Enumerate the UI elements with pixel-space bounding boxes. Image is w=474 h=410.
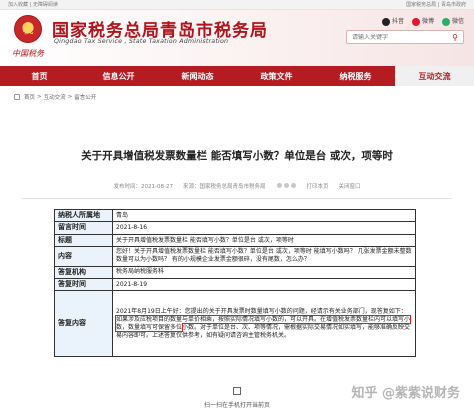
main-nav: 首页 信息公开 新闻动态 政策文件 纳税服务 互动交流 <box>0 66 474 86</box>
site-subtitle: Qingdao Tax Service , State Taxation Adm… <box>54 38 229 45</box>
breadcrumb-sep: > <box>37 94 42 100</box>
qa-table: 纳税人所属地 青岛 留言时间 2021-8-16 标题 关于开具增值税发票数量栏 能否… <box>54 208 416 358</box>
top-utility-bar: 加入收藏 | 无障碍阅读 国家税务总局 | 青岛市政府 <box>0 0 474 10</box>
utility-links[interactable]: 加入收藏 | 无障碍阅读 <box>8 1 58 8</box>
table-row: 答复时间 2021-8-19 <box>54 277 416 292</box>
home-icon <box>14 94 20 100</box>
row-key: 标题 <box>54 233 113 248</box>
row-value: 2021-8-16 <box>112 221 416 235</box>
breadcrumb: 首页 > 互动交流 > 留言公开 <box>14 93 96 101</box>
tax-emblem-icon: 税 <box>14 15 42 43</box>
row-key: 答复时间 <box>54 277 113 292</box>
print-link[interactable]: 打印本页 <box>306 182 328 190</box>
row-key: 留言时间 <box>54 221 113 235</box>
row-value: 2021-8-19 <box>112 277 416 292</box>
site-header: 税 国家税务总局青岛市税务局 Qingdao Tax Service , Sta… <box>0 10 474 66</box>
watermark: 知乎 @紫紫说财务 <box>351 386 460 401</box>
breadcrumb-current: 留言公开 <box>74 95 97 101</box>
share-icons[interactable] <box>275 182 297 190</box>
table-row: 答复机构 税务局纳税服务科 <box>54 265 416 279</box>
article-meta: 发布时间：2021-08-27 来源：国家税务总局青岛市税务局 打印本页 关闭窗… <box>0 182 474 190</box>
article-title: 关于开具增值税发票数量栏 能否填写小数？单位是台 或次，项等时 <box>81 150 393 162</box>
row-key: 答复机构 <box>54 265 113 279</box>
reply-content: 2021年8月19日上午好：您提出的关于开具发票时数量填写小数的问题，经请示有关… <box>112 290 416 358</box>
row-value: 您好！关于开具增值税发票数量栏 能否填写小数？单位是台 或次，项等时 能填写小数… <box>112 246 416 267</box>
slogan: 中国税务 <box>12 49 44 58</box>
search-box: ⚲ <box>346 30 464 44</box>
weibo-link[interactable]: 微博 <box>411 16 434 26</box>
nav-news[interactable]: 新闻动态 <box>158 66 237 86</box>
external-links[interactable]: 国家税务总局 | 青岛市政府 <box>406 1 466 8</box>
table-row: 内容 您好！关于开具增值税发票数量栏 能否填写小数？单位是台 或次，项等时 能填写… <box>54 246 416 267</box>
nav-home[interactable]: 首页 <box>0 66 79 86</box>
qr-code-icon <box>233 387 241 395</box>
qr-caption: 扫一扫在手机打开当前页 <box>203 402 270 409</box>
row-key: 答复内容 <box>54 290 113 358</box>
divider <box>22 198 452 199</box>
search-input[interactable] <box>347 33 447 41</box>
social-links: 抖音 微博 微信 <box>381 16 464 26</box>
table-row: 标题 关于开具增值税发票数量栏 能否填写小数？单位是台 或次，项等时 <box>54 233 416 248</box>
table-row: 纳税人所属地 青岛 <box>54 208 416 223</box>
breadcrumb-sep: > <box>67 94 73 100</box>
table-row: 留言时间 2021-8-16 <box>54 221 416 235</box>
nav-info-disclosure[interactable]: 信息公开 <box>79 66 158 86</box>
search-icon[interactable]: ⚲ <box>447 31 463 43</box>
nav-policy[interactable]: 政策文件 <box>237 66 316 86</box>
close-window-link[interactable]: 关闭窗口 <box>338 182 360 190</box>
row-value: 税务局纳税服务科 <box>112 265 416 279</box>
row-key: 纳税人所属地 <box>54 208 113 223</box>
nav-tax-service[interactable]: 纳税服务 <box>316 66 395 86</box>
breadcrumb-interaction[interactable]: 互动交流 <box>44 93 66 101</box>
breadcrumb-home[interactable]: 首页 <box>24 93 35 101</box>
nav-interaction[interactable]: 互动交流 <box>395 66 474 86</box>
douyin-link[interactable]: 抖音 <box>381 16 404 26</box>
row-value: 关于开具增值税发票数量栏 能否填写小数？单位是台 或次，项等时 <box>112 233 416 248</box>
reply-text: 2021年8月19日上午好：您提出的关于开具发票时数量填写小数的问题，经请示有关… <box>116 307 407 315</box>
row-key: 内容 <box>54 246 113 267</box>
table-row: 答复内容 2021年8月19日上午好：您提出的关于开具发票时数量填写小数的问题，… <box>54 290 416 358</box>
article-source: 来源：国家税务总局青岛市税务局 <box>182 184 266 190</box>
row-value: 青岛 <box>112 208 416 223</box>
wechat-link[interactable]: 微信 <box>441 16 464 26</box>
publish-date: 发布时间：2021-08-27 <box>113 184 173 190</box>
